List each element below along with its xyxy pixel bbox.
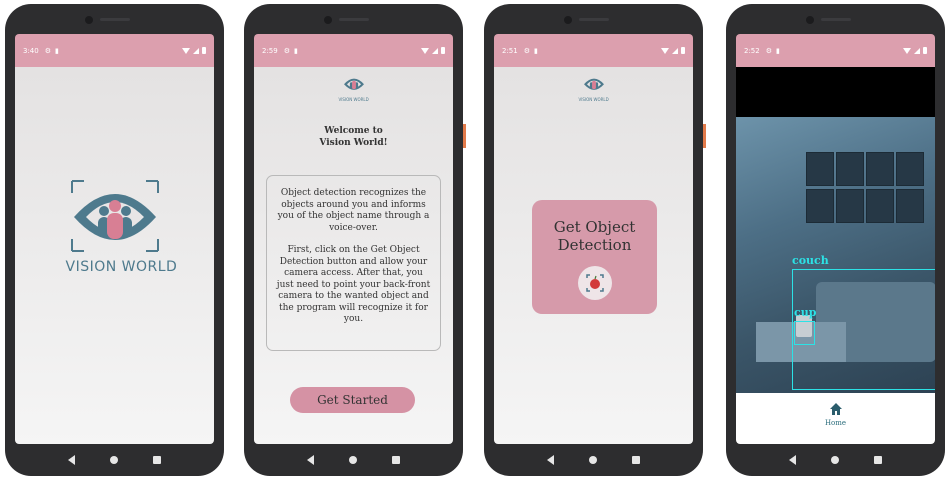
status-time: 2:59 — [262, 46, 278, 55]
app-logo: VISION WORLD — [579, 75, 609, 102]
speaker-grille — [338, 18, 369, 21]
gear-icon: ⚙ — [44, 46, 52, 55]
status-time: 2:51 — [502, 46, 518, 55]
get-started-button[interactable]: Get Started — [290, 387, 415, 413]
battery-icon — [202, 47, 206, 54]
description-paragraph-2: First, click on the Get Object Detection… — [276, 245, 431, 324]
wall-panel — [896, 189, 924, 223]
system-nav-bar — [244, 444, 463, 476]
signal-icon — [914, 47, 920, 54]
home-icon[interactable] — [829, 401, 843, 415]
phone-welcome: 2:59 ⚙ ▮ VISION WORLD Welcome to Vision … — [244, 4, 466, 476]
signal-icon — [193, 47, 199, 54]
wall-panel — [866, 189, 894, 223]
nav-home-icon[interactable] — [588, 456, 597, 464]
status-bar: 2:51 ⚙ ▮ — [494, 34, 693, 67]
speaker-grille — [99, 18, 130, 21]
battery-icon — [441, 47, 445, 54]
app-logo: VISION WORLD — [65, 179, 178, 275]
gear-icon: ⚙ — [765, 46, 773, 55]
nav-home-icon[interactable] — [109, 456, 118, 464]
detection-label-cup: cup — [794, 306, 817, 319]
status-bar: 3:40 ⚙ ▮ — [15, 34, 214, 67]
camera-content: couch cup Home — [736, 67, 935, 444]
system-nav-bar — [726, 444, 945, 476]
welcome-content: VISION WORLD Welcome to Vision World! Ob… — [254, 67, 453, 444]
screen: 2:52 ⚙ ▮ couch cup Home — [736, 34, 935, 444]
wifi-icon — [182, 47, 190, 54]
power-button — [463, 124, 466, 148]
battery-icon — [923, 47, 927, 54]
description-box: Object detection recognizes the objects … — [266, 175, 441, 351]
signal-icon — [432, 47, 438, 54]
status-time: 3:40 — [23, 46, 39, 55]
status-bar: 2:59 ⚙ ▮ — [254, 34, 453, 67]
front-camera — [563, 16, 572, 24]
logo-text: VISION WORLD — [578, 97, 609, 102]
system-nav-bar — [484, 444, 703, 476]
detection-home-content: VISION WORLD Get Object Detection — [494, 67, 693, 444]
apple-scan-icon — [577, 266, 612, 300]
speaker-grille — [578, 18, 609, 21]
screen: 2:59 ⚙ ▮ VISION WORLD Welcome to Vision … — [254, 34, 453, 444]
battery-icon — [681, 47, 685, 54]
phone-splash: 3:40 ⚙ ▮ VISION WORLD — [5, 4, 224, 476]
logo-text: VISION WORLD — [338, 97, 369, 102]
splash-content: VISION WORLD — [15, 67, 214, 444]
wall-panel — [866, 152, 894, 186]
nav-home-icon[interactable] — [348, 456, 357, 464]
gear-icon: ⚙ — [523, 46, 531, 55]
bottom-navigation: Home — [736, 393, 935, 444]
vision-eye-logo-icon — [343, 78, 364, 90]
wall-panel — [896, 152, 924, 186]
signal-icon — [672, 47, 678, 54]
nav-back-icon[interactable] — [546, 455, 554, 465]
detection-box-cup — [794, 321, 815, 345]
logo-text: VISION WORLD — [65, 259, 178, 275]
sd-card-icon: ▮ — [294, 46, 298, 55]
nav-home-icon[interactable] — [830, 456, 839, 464]
sd-card-icon: ▮ — [776, 46, 780, 55]
front-camera — [805, 16, 814, 24]
vision-eye-logo-icon — [70, 180, 159, 252]
wall-panel — [836, 152, 864, 186]
phone-camera-detection: 2:52 ⚙ ▮ couch cup Home — [726, 4, 945, 476]
nav-recent-icon[interactable] — [632, 456, 641, 464]
wifi-icon — [903, 47, 911, 54]
screen: 2:51 ⚙ ▮ VISION WORLD Get Object Detecti… — [494, 34, 693, 444]
nav-recent-icon[interactable] — [153, 456, 162, 464]
card-title: Get Object Detection — [553, 218, 636, 254]
gear-icon: ⚙ — [283, 46, 291, 55]
camera-preview: couch cup — [736, 117, 935, 393]
system-nav-bar — [5, 444, 224, 476]
wall-panel — [806, 152, 834, 186]
nav-recent-icon[interactable] — [874, 456, 883, 464]
wifi-icon — [661, 47, 669, 54]
wall-panel — [806, 189, 834, 223]
sd-card-icon: ▮ — [534, 46, 538, 55]
nav-back-icon[interactable] — [306, 455, 314, 465]
wifi-icon — [421, 47, 429, 54]
front-camera — [84, 16, 93, 24]
wall-panel — [836, 189, 864, 223]
speaker-grille — [820, 18, 851, 21]
status-bar: 2:52 ⚙ ▮ — [736, 34, 935, 67]
detection-label-couch: couch — [792, 254, 829, 267]
sd-card-icon: ▮ — [55, 46, 59, 55]
welcome-title: Welcome to Vision World! — [319, 126, 388, 148]
phone-get-detection: 2:51 ⚙ ▮ VISION WORLD Get Object Detecti… — [484, 4, 706, 476]
nav-back-icon[interactable] — [788, 455, 796, 465]
app-logo: VISION WORLD — [339, 75, 369, 102]
screen: 3:40 ⚙ ▮ VISION WORLD — [15, 34, 214, 444]
status-time: 2:52 — [744, 46, 760, 55]
vision-eye-logo-icon — [583, 78, 604, 90]
home-tab-label[interactable]: Home — [736, 419, 935, 427]
power-button — [703, 124, 706, 148]
get-object-detection-button[interactable]: Get Object Detection — [532, 200, 657, 314]
nav-back-icon[interactable] — [67, 455, 75, 465]
front-camera — [323, 16, 332, 24]
description-paragraph-1: Object detection recognizes the objects … — [277, 188, 430, 233]
nav-recent-icon[interactable] — [392, 456, 401, 464]
